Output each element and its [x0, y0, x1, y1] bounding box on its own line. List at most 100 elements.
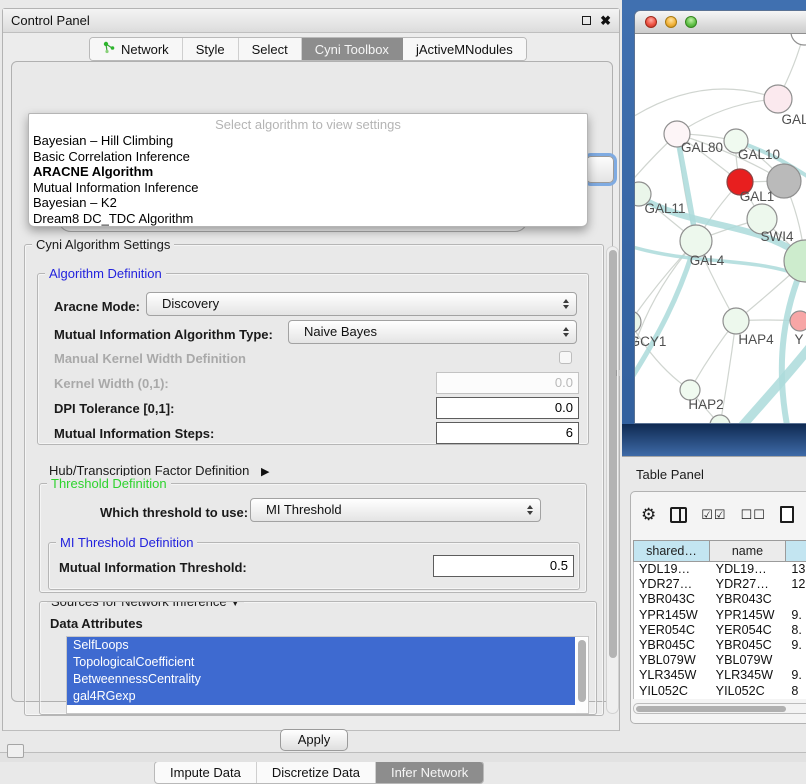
table-row[interactable]: YBR045CYBR045C9.	[634, 638, 806, 653]
threshold-definition-group: Threshold Definition Which threshold to …	[39, 483, 587, 593]
column-header[interactable]: name	[710, 540, 786, 562]
panel-divider-handle[interactable]	[616, 370, 620, 376]
document-icon[interactable]	[780, 506, 794, 523]
attribute-list-item[interactable]: gal4RGexp	[67, 688, 575, 705]
network-edge	[635, 89, 778, 118]
table-cell: 8.	[786, 623, 806, 638]
cyni-toolbox-panel: galFiltered.sif default node Select algo…	[11, 61, 613, 702]
network-edge	[677, 99, 778, 134]
table-cell: YBR045C	[711, 638, 787, 653]
algorithm-option[interactable]: Bayesian – Hill Climbing	[29, 133, 587, 149]
close-icon[interactable]: ✖	[600, 14, 611, 27]
mi-steps-label: Mutual Information Steps:	[54, 426, 214, 441]
table-cell: YBR043C	[634, 592, 711, 607]
split-columns-icon[interactable]	[670, 507, 687, 523]
algorithm-option[interactable]: Bayesian – K2	[29, 195, 587, 211]
tab-cyni-toolbox[interactable]: Cyni Toolbox	[302, 38, 403, 60]
table-row[interactable]: YPR145WYPR145W9.	[634, 608, 806, 623]
algorithm-option[interactable]: Dream8 DC_TDC Algorithm	[29, 211, 587, 227]
algorithm-dropdown-list: Select algorithm to view settings Bayesi…	[28, 113, 588, 227]
node-label: GAL11	[644, 201, 685, 216]
attributes-scrollbar-thumb[interactable]	[578, 640, 586, 702]
attributes-scrollbar[interactable]	[576, 638, 587, 714]
control-panel-titlebar[interactable]: Control Panel ✖	[3, 9, 619, 33]
which-threshold-combobox[interactable]: MI Threshold	[250, 498, 541, 522]
node-label: GAL80	[681, 140, 723, 155]
sources-group-title[interactable]: Sources for Network Inference ▼	[47, 601, 244, 609]
algorithm-option[interactable]: ARACNE Algorithm	[29, 164, 587, 180]
checked-boxes-icon[interactable]: ☑☑	[701, 507, 726, 523]
settings-scrollbar-thumb[interactable]	[609, 250, 617, 658]
node-top-partial[interactable]	[791, 34, 806, 45]
table-cell: 12	[786, 577, 806, 592]
table-toolbar: ⚙ ☑☑ ☐☐	[641, 506, 794, 523]
kernel-width-label: Kernel Width (0,1):	[54, 376, 169, 391]
control-panel-window: Control Panel ✖ Network StyleSelectCyni T…	[2, 8, 620, 731]
algorithm-option[interactable]: Basic Correlation Inference	[29, 149, 587, 165]
mi-algorithm-type-combobox[interactable]: Naive Bayes	[288, 320, 577, 344]
node-label: HAP4	[738, 332, 774, 347]
zoom-traffic-icon[interactable]	[685, 16, 697, 28]
table-cell: 9.	[786, 608, 806, 623]
attribute-list-item[interactable]: BetweennessCentrality	[67, 671, 575, 688]
table-body: YDL19…YDL19…13YDR27…YDR27…12YBR043CYBR04…	[633, 562, 806, 699]
table-cell: YDR27…	[634, 577, 711, 592]
algorithm-option[interactable]: Mutual Information Inference	[29, 180, 587, 196]
collapsed-panel-icon[interactable]	[7, 744, 24, 758]
mi-threshold-field[interactable]: 0.5	[433, 555, 574, 577]
table-cell: YDL19…	[711, 562, 787, 577]
expand-right-icon: ▶	[261, 466, 269, 478]
kernel-width-field[interactable]: 0.0	[436, 372, 579, 394]
attribute-list-item[interactable]: SelfLoops	[67, 637, 575, 654]
table-row[interactable]: YIL052CYIL052C8	[634, 684, 806, 699]
gear-icon[interactable]: ⚙	[641, 506, 656, 523]
table-row[interactable]: YER054CYER054C8.	[634, 623, 806, 638]
dpi-tolerance-field[interactable]: 0.0	[436, 397, 579, 419]
network-view-window[interactable]: GALGAL80GAL10GAL1SWI4GAL11GAL4GCY1HAP4YH…	[634, 10, 806, 424]
mi-threshold-definition-group: MI Threshold Definition Mutual Informati…	[48, 542, 580, 590]
tab-network[interactable]: Network	[90, 38, 183, 60]
table-row[interactable]: YDR27…YDR27…12	[634, 577, 806, 592]
tab-discretize-data[interactable]: Discretize Data	[257, 762, 376, 783]
settings-scrollbar[interactable]	[606, 246, 619, 714]
table-row[interactable]: YLR345WYLR345W9.	[634, 668, 806, 683]
close-traffic-icon[interactable]	[645, 16, 657, 28]
data-attributes-label: Data Attributes	[50, 616, 143, 631]
network-canvas[interactable]: GALGAL80GAL10GAL1SWI4GAL11GAL4GCY1HAP4YH…	[635, 34, 806, 424]
tab-style[interactable]: Style	[183, 38, 239, 60]
minimize-traffic-icon[interactable]	[665, 16, 677, 28]
unchecked-boxes-icon[interactable]: ☐☐	[741, 507, 766, 523]
data-attributes-list[interactable]: SelfLoopsTopologicalCoefficientBetweenne…	[66, 636, 589, 714]
column-header[interactable]: shared…	[633, 540, 710, 562]
aracne-mode-label: Aracne Mode:	[54, 299, 140, 314]
tab-infer-network[interactable]: Infer Network	[376, 762, 483, 783]
table-horizontal-scrollbar[interactable]	[633, 703, 806, 714]
node-attribute-table: shared…name YDL19…YDL19…13YDR27…YDR27…12…	[633, 540, 806, 699]
table-horizontal-scrollbar-thumb[interactable]	[636, 706, 786, 712]
aracne-mode-combobox[interactable]: Discovery	[146, 292, 577, 316]
table-header-row: shared…name	[633, 540, 806, 562]
tab-impute-data[interactable]: Impute Data	[155, 762, 257, 783]
table-cell: YIL052C	[711, 684, 787, 699]
network-window-titlebar[interactable]	[635, 11, 806, 34]
tab-select[interactable]: Select	[239, 38, 302, 60]
column-header[interactable]	[786, 540, 806, 562]
manual-kernel-width-checkbox[interactable]	[559, 351, 572, 364]
attribute-list-item[interactable]: TopologicalCoefficient	[67, 654, 575, 671]
node-gal-pink[interactable]	[764, 85, 792, 113]
inference-algorithm-combobox-edge[interactable]	[586, 156, 614, 183]
node-salmon[interactable]	[790, 311, 806, 331]
table-row[interactable]: YDL19…YDL19…13	[634, 562, 806, 577]
float-window-icon[interactable]	[582, 16, 591, 25]
table-row[interactable]: YBR043CYBR043C	[634, 592, 806, 607]
tab-jactivemnodules[interactable]: jActiveMNodules	[403, 38, 526, 60]
network-edge-thick	[635, 241, 696, 382]
node-hap4[interactable]	[723, 308, 749, 334]
tab-label: Network	[121, 42, 169, 57]
table-cell	[786, 592, 806, 607]
table-row[interactable]: YBL079WYBL079W	[634, 653, 806, 668]
table-cell: YBR043C	[711, 592, 787, 607]
table-cell: YDR27…	[711, 577, 787, 592]
mi-steps-field[interactable]: 6	[436, 422, 579, 444]
apply-button[interactable]: Apply	[280, 729, 348, 751]
